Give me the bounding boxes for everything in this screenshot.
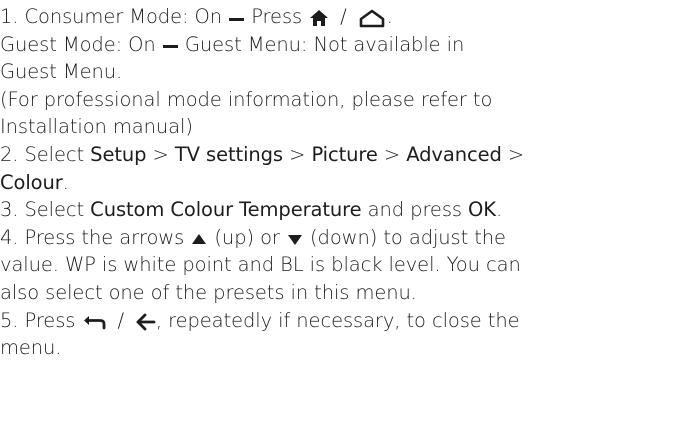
step5-slash: / [117,308,124,332]
home-outline-icon [357,8,387,28]
step4-presets: also select one of the presets in this m… [0,280,417,304]
step3-middle: and press [361,198,469,222]
step4-wp-bl: value. WP is white point and BL is black… [0,253,521,277]
step5-rest: , repeatedly if necessary, to close the [155,308,520,332]
back-return-icon [81,311,107,331]
step1-press-text: Press [245,5,309,28]
guest-line-2: Guest Menu. [0,58,691,86]
sep-gt: > [146,142,175,166]
step4-line-3: also select one of the presets in this m… [0,279,691,307]
sep-gt: > [377,142,407,166]
arrow-up-icon [190,228,208,248]
ok-key-label: OK [468,198,496,222]
menu-tv-settings: TV settings [174,142,283,166]
home-filled-icon [308,8,330,28]
step4-line-2: value. WP is white point and BL is black… [0,251,691,279]
step4-down-text: (down) to adjust the [303,225,506,249]
guest-menu-end: Guest Menu. [0,60,123,84]
guest-text: Guest Mode: On [0,32,162,56]
professional-text: (For professional mode information, plea… [0,87,493,111]
dash-icon [228,8,245,28]
step3-line: 3. Select Custom Colour Temperature and … [0,196,691,224]
step3-end: . [495,198,503,222]
step5-menu: menu. [0,336,62,360]
menu-colour: Colour [0,170,63,194]
menu-picture: Picture [311,142,378,166]
step2-line-2: Colour. [0,169,691,197]
professional-manual: Installation manual) [0,115,193,139]
guest-menu-text: Guest Menu: Not available in [178,32,465,56]
step5-line-2: menu. [0,334,691,362]
document-body: 1. Consumer Mode: On Press /. Guest Mode… [0,0,691,362]
step2-line-1: 2. Select Setup > TV settings > Picture … [0,141,691,169]
step1-line: 1. Consumer Mode: On Press /. [0,3,691,31]
arrow-down-icon [286,228,304,248]
menu-custom-colour-temperature: Custom Colour Temperature [90,198,362,222]
menu-advanced: Advanced [406,142,502,166]
step5-line-1: 5. Press / , repeatedly if necessary, to … [0,307,691,335]
dash-icon [162,35,179,55]
professional-line-1: (For professional mode information, plea… [0,86,691,114]
menu-setup: Setup [90,142,147,166]
step1-end: . [386,5,393,28]
step4-line-1: 4. Press the arrows (up) or (down) to ad… [0,224,691,252]
step1-text: 1. Consumer Mode: On [0,5,229,28]
sep-gt: > [283,142,312,166]
step3-prefix: 3. Select [0,198,91,222]
professional-line-2: Installation manual) [0,113,691,141]
step4-prefix: 4. Press the arrows [0,225,191,249]
back-arrow-icon [134,311,156,331]
step5-prefix: 5. Press [0,308,82,332]
step2-prefix: 2. Select [0,142,91,166]
step4-up-text: (up) or [208,225,286,249]
step1-slash: / [340,5,347,28]
step2-end: . [62,170,69,194]
guest-line-1: Guest Mode: On Guest Menu: Not available… [0,31,691,59]
sep-gt-end: > [501,142,525,166]
